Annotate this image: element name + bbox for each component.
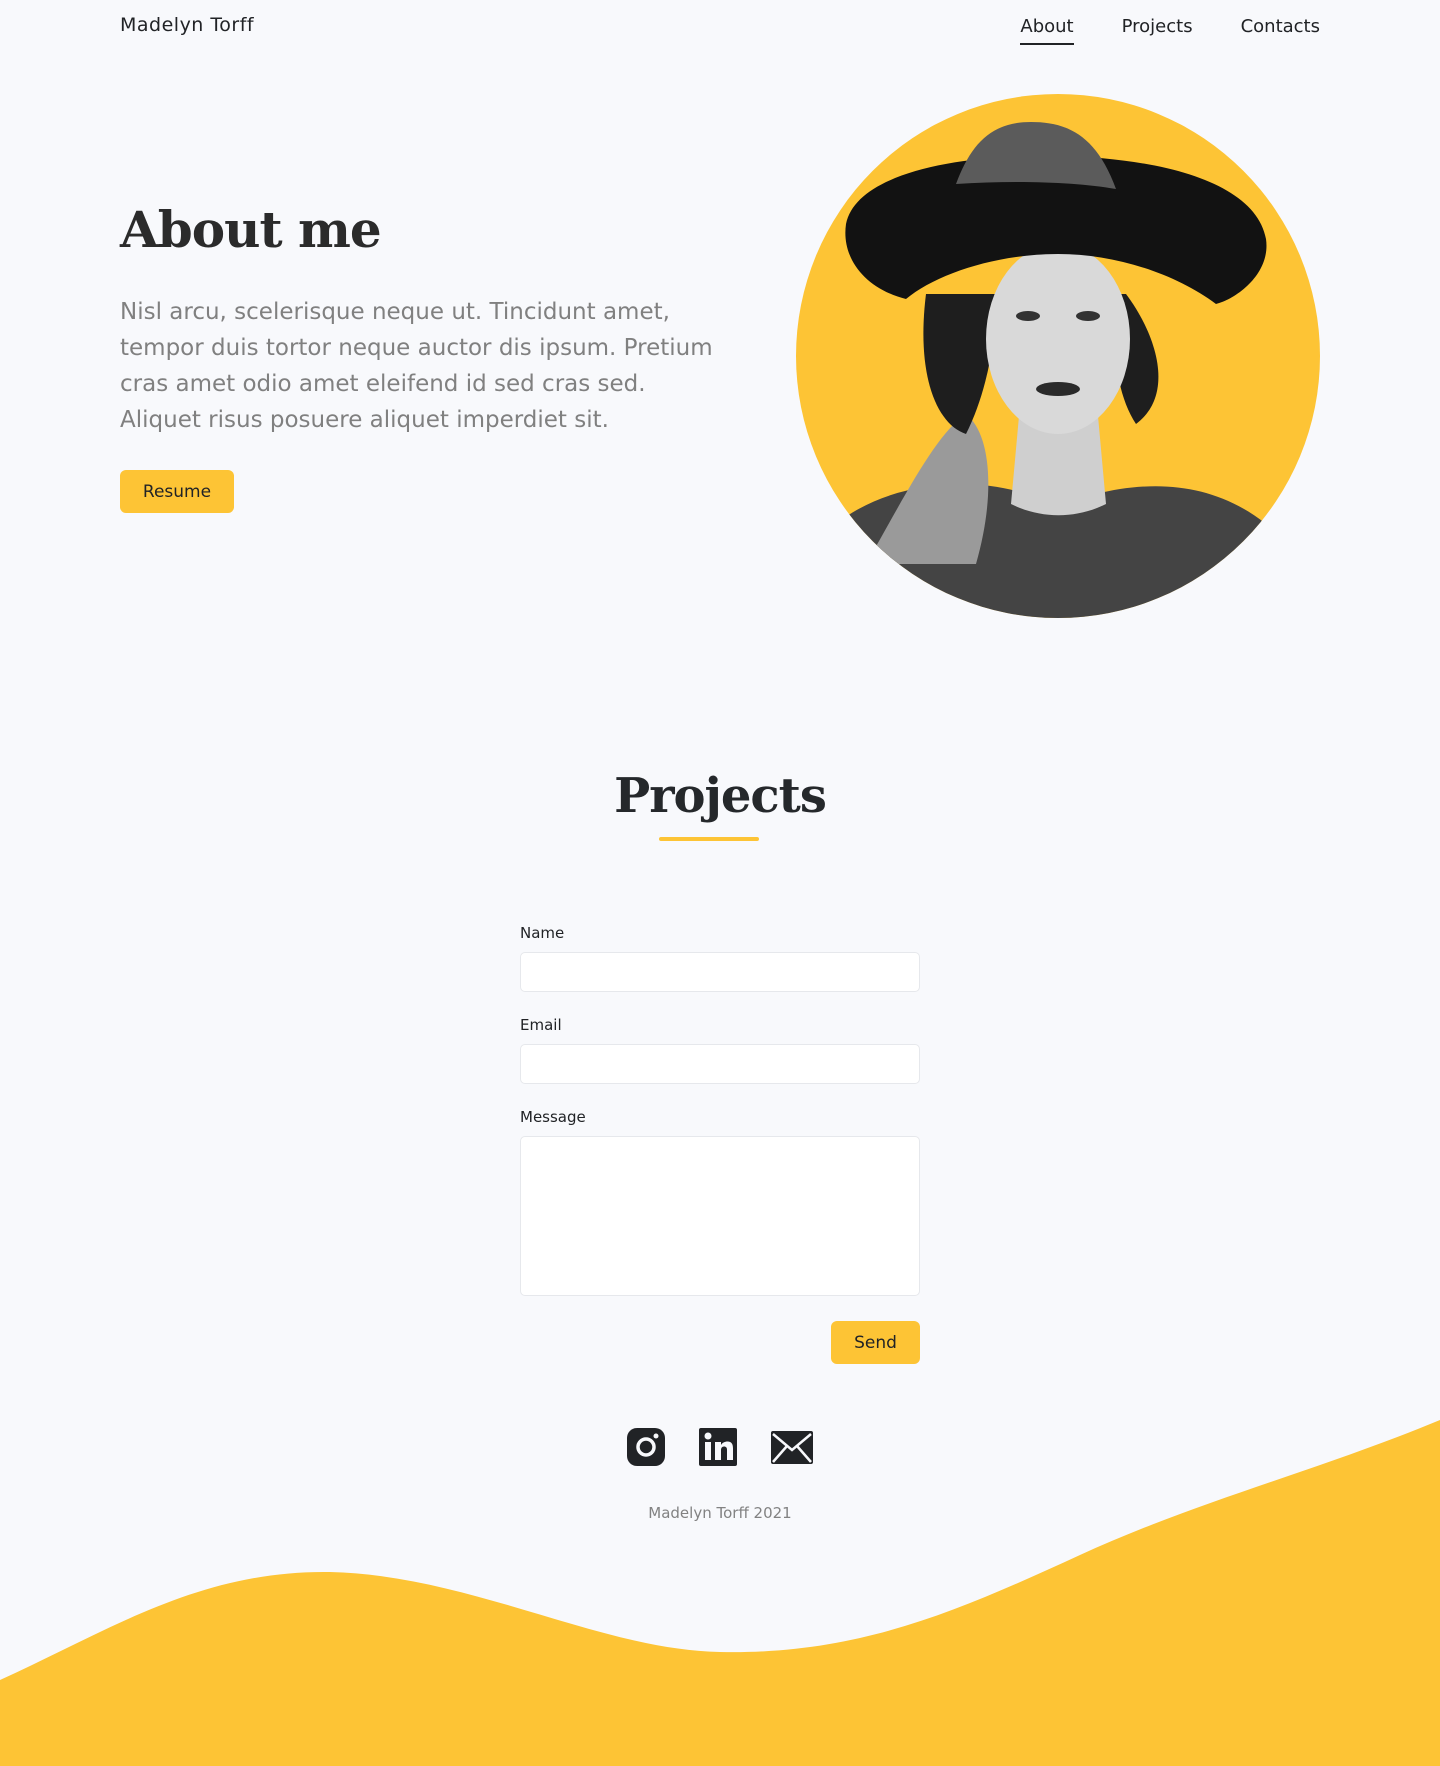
linkedin-icon[interactable] [698, 1426, 738, 1466]
projects-title-underline [659, 837, 759, 841]
message-field[interactable] [520, 1136, 920, 1296]
email-label: Email [520, 1016, 562, 1034]
main-nav: About Projects Contacts [1020, 16, 1320, 45]
about-text: Nisl arcu, scelerisque neque ut. Tincidu… [120, 299, 713, 433]
email-field[interactable] [520, 1044, 920, 1084]
contact-form: Name Email Message Send [520, 924, 920, 1364]
send-row: Send [520, 1321, 920, 1364]
mail-icon[interactable] [770, 1426, 814, 1466]
projects-title: Projects [614, 768, 827, 824]
footer-wave [0, 1420, 1440, 1766]
nav-link-about[interactable]: About [1020, 16, 1074, 45]
portrait-illustration [796, 122, 1320, 618]
resume-button[interactable]: Resume [120, 470, 234, 513]
page: Madelyn Torff About Projects Contacts Ab… [0, 0, 1440, 1766]
name-label: Name [520, 924, 565, 942]
portrait-photo [796, 94, 1320, 618]
social-links [0, 1426, 1440, 1466]
name-field[interactable] [520, 952, 920, 992]
send-button[interactable]: Send [831, 1321, 920, 1364]
instagram-icon[interactable] [626, 1426, 666, 1466]
brand-logo[interactable]: Madelyn Torff [120, 14, 254, 36]
nav-link-projects[interactable]: Projects [1122, 16, 1193, 45]
nav-link-contacts[interactable]: Contacts [1241, 16, 1320, 45]
copyright-text: Madelyn Torff 2021 [648, 1504, 792, 1522]
about-title: About me [120, 200, 382, 259]
message-label: Message [520, 1108, 586, 1126]
